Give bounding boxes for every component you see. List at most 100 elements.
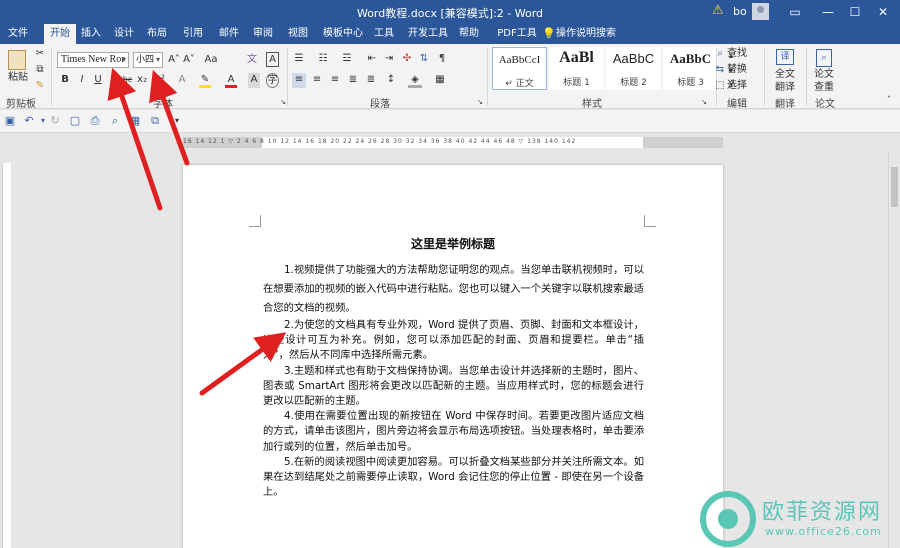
tell-me-search[interactable]: 操作说明搜索 xyxy=(556,24,616,44)
chinese-layout-icon[interactable]: ✣ xyxy=(400,52,414,67)
shading-icon[interactable]: ◈ xyxy=(408,73,422,88)
style-heading-2[interactable]: AaBbC 标题 2 xyxy=(606,47,661,90)
paragraph[interactable]: 4.使用在需要位置出现的新按钮在 Word 中保存时间。若要更改图片适应文档的方… xyxy=(263,409,644,455)
tab-help[interactable]: 帮助 xyxy=(456,24,482,44)
sort-icon[interactable]: ⇅ xyxy=(417,52,431,67)
align-right-icon[interactable]: ≡ xyxy=(328,73,342,88)
superscript-button[interactable]: x² xyxy=(153,73,167,88)
paragraph[interactable]: 2.为使您的文档具有专业外观，Word 提供了页眉、页脚、封面和文本框设计，这些… xyxy=(263,318,644,364)
maximize-button[interactable]: ☐ xyxy=(842,2,868,22)
tab-developer[interactable]: 开发工具 xyxy=(407,24,449,44)
paper-check-line2[interactable]: 查重 xyxy=(809,81,839,96)
paste-icon[interactable] xyxy=(8,50,26,70)
tab-references[interactable]: 引用 xyxy=(180,24,206,44)
user-name[interactable]: bo xyxy=(733,5,747,18)
phonetic-guide-icon[interactable]: 文 xyxy=(246,53,258,68)
distributed-icon[interactable]: ≣ xyxy=(364,73,378,88)
style-heading-3[interactable]: AaBbC 标题 3 xyxy=(663,47,718,90)
replace-icon[interactable]: ⇆ xyxy=(714,63,726,78)
increase-indent-icon[interactable]: ⇥ xyxy=(383,52,395,67)
show-marks-icon[interactable]: ¶ xyxy=(436,52,448,67)
minimize-button[interactable]: — xyxy=(815,2,841,22)
paste-button[interactable]: 粘贴 xyxy=(4,71,32,86)
decrease-indent-icon[interactable]: ⇤ xyxy=(366,52,378,67)
draw-table-icon[interactable]: ▦ xyxy=(128,113,142,129)
preview-icon[interactable]: ⌕ xyxy=(108,113,122,129)
tab-pdf-tools[interactable]: PDF工具集 xyxy=(494,24,540,59)
align-left-icon[interactable]: ≡ xyxy=(292,73,306,88)
document-page[interactable]: 这里是举例标题 1.视频提供了功能强大的方法帮助您证明您的观点。当您单击联机视频… xyxy=(183,165,723,548)
warning-icon[interactable]: ⚠ xyxy=(712,3,724,18)
multilevel-list-icon[interactable]: ☲ xyxy=(340,52,354,67)
select-button[interactable]: 选择 xyxy=(727,79,751,94)
chevron-down-icon[interactable]: ▾ xyxy=(122,53,126,67)
paragraph-dialog-launcher-icon[interactable]: ↘ xyxy=(476,95,484,110)
char-border-button[interactable]: A xyxy=(266,52,279,67)
style-normal[interactable]: AaBbCcI ↵ 正文 xyxy=(492,47,547,90)
tab-view[interactable]: 视图 xyxy=(285,24,311,44)
change-case-button[interactable]: Aa xyxy=(203,53,219,68)
subscript-button[interactable]: x₂ xyxy=(135,73,149,88)
paragraph[interactable]: 5.在新的阅读视图中阅读更加容易。可以折叠文档某些部分并关注所需文本。如果在达到… xyxy=(263,455,644,501)
close-button[interactable]: ✕ xyxy=(870,2,896,22)
redo-icon[interactable]: ↻ xyxy=(48,113,62,129)
tab-design[interactable]: 设计 xyxy=(111,24,137,44)
tab-mailings[interactable]: 邮件 xyxy=(216,24,242,44)
enclose-char-icon[interactable]: 字 xyxy=(266,73,279,88)
style-heading-1[interactable]: AaBl 标题 1 xyxy=(549,47,604,90)
vertical-ruler[interactable] xyxy=(0,153,12,548)
screenshot-icon[interactable]: ⧉ xyxy=(148,113,162,129)
avatar[interactable] xyxy=(752,3,769,20)
grow-font-button[interactable]: A˄ xyxy=(168,53,180,68)
full-translate-line2[interactable]: 翻译 xyxy=(770,81,800,96)
char-shading-icon[interactable]: A xyxy=(248,73,260,88)
translate-icon[interactable]: 译 xyxy=(776,49,794,65)
text-effects-icon[interactable]: A xyxy=(176,73,188,88)
replace-button[interactable]: 替换 xyxy=(727,63,751,78)
styles-dialog-launcher-icon[interactable]: ↘ xyxy=(700,95,708,110)
font-dialog-launcher-icon[interactable]: ↘ xyxy=(279,95,287,110)
tab-tools[interactable]: 工具 xyxy=(371,24,397,44)
numbering-icon[interactable]: ☷ xyxy=(316,52,330,67)
ribbon-display-button[interactable]: ▭ xyxy=(782,2,808,22)
collapse-ribbon-icon[interactable]: ˄ xyxy=(884,93,894,108)
save-icon[interactable]: ▣ xyxy=(3,113,17,129)
format-painter-icon[interactable]: ✎ xyxy=(34,79,46,94)
horizontal-ruler[interactable]: 16 14 12 1 ▽ 2 4 6 8 10 12 14 16 18 20 2… xyxy=(183,137,723,148)
cut-icon[interactable]: ✂ xyxy=(34,47,46,62)
tab-template-center[interactable]: 模板中心 xyxy=(322,24,364,44)
tab-file[interactable]: 文件 xyxy=(2,24,34,44)
copy-icon[interactable]: ⧉ xyxy=(34,63,46,78)
borders-icon[interactable]: ▦ xyxy=(433,73,447,88)
bold-button[interactable]: B xyxy=(60,73,70,88)
justify-icon[interactable]: ≣ xyxy=(346,73,360,88)
find-icon[interactable]: ⌕ xyxy=(714,47,726,62)
print-preview-icon[interactable]: ⎙ xyxy=(88,113,102,129)
undo-icon[interactable]: ↶ xyxy=(22,113,36,129)
chevron-down-icon[interactable]: ▾ xyxy=(156,53,160,67)
tab-home[interactable]: 开始 xyxy=(44,24,76,44)
customize-qat-icon[interactable]: ▾ xyxy=(170,113,184,129)
tab-layout[interactable]: 布局 xyxy=(144,24,170,44)
font-name-box[interactable]: Times New Ror ▾ xyxy=(57,52,129,68)
document-body[interactable]: 1.视频提供了功能强大的方法帮助您证明您的观点。当您单击联机视频时，可以在想要添… xyxy=(263,261,644,500)
font-color-icon[interactable]: A xyxy=(225,73,237,88)
scrollbar-thumb[interactable] xyxy=(891,167,898,207)
tab-insert[interactable]: 插入 xyxy=(78,24,104,44)
new-doc-icon[interactable]: ▢ xyxy=(68,113,82,129)
line-spacing-icon[interactable]: ↕ xyxy=(384,73,398,88)
vertical-scrollbar[interactable] xyxy=(888,153,900,548)
paragraph[interactable]: 3.主题和样式也有助于文档保持协调。当您单击设计并选择新的主题时，图片、图表或 … xyxy=(263,364,644,410)
underline-button[interactable]: U xyxy=(93,73,103,88)
strikethrough-button[interactable]: abc xyxy=(116,73,134,88)
shrink-font-button[interactable]: A˅ xyxy=(183,53,195,68)
align-center-icon[interactable]: ≡ xyxy=(310,73,324,88)
bullets-icon[interactable]: ☰ xyxy=(292,52,306,67)
select-icon[interactable]: ⬚ xyxy=(714,79,726,94)
font-size-box[interactable]: 小四 ▾ xyxy=(133,52,163,68)
italic-button[interactable]: I xyxy=(77,73,87,88)
paper-check-icon[interactable]: ⌕ xyxy=(816,49,832,67)
highlight-icon[interactable]: ✎ xyxy=(199,73,211,88)
tab-review[interactable]: 审阅 xyxy=(250,24,276,44)
paragraph[interactable]: 1.视频提供了功能强大的方法帮助您证明您的观点。当您单击联机视频时，可以在想要添… xyxy=(263,261,644,318)
